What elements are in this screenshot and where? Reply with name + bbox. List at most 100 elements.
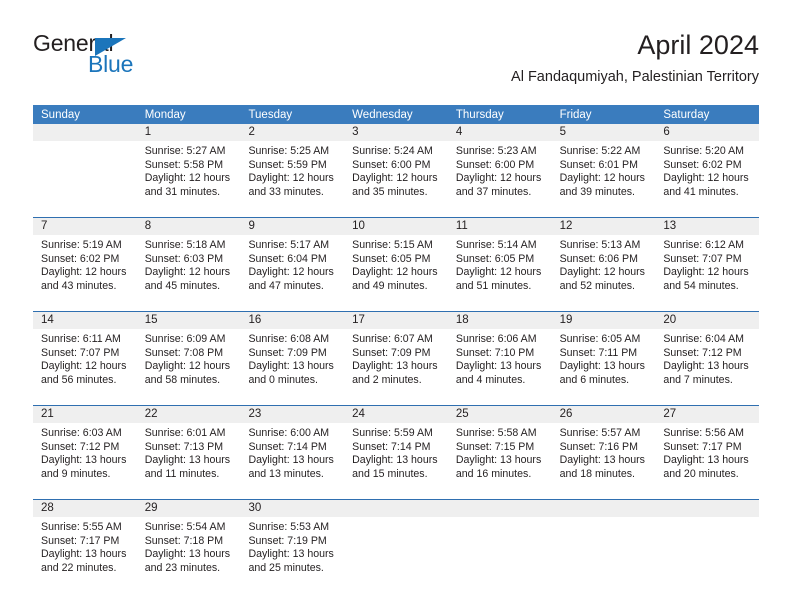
daylight-line-1: Daylight: 13 hours <box>352 454 438 467</box>
day-sun-info: Sunrise: 5:15 AM Sunset: 6:05 PM Daylight:… <box>344 235 448 311</box>
daylight-line-1: Daylight: 13 hours <box>144 454 231 467</box>
calendar-day-cell[interactable]: 29 Sunrise: 5:54 AM Sunset: 7:18 PM Dayligh… <box>136 500 241 597</box>
calendar-day-cell[interactable]: 26 Sunrise: 5:57 AM Sunset: 7:16 PM Dayligh… <box>551 406 656 499</box>
calendar-day-cell[interactable]: 23 Sunrise: 6:00 AM Sunset: 7:14 PM Dayligh… <box>240 406 345 499</box>
calendar-day-cell[interactable]: 12 Sunrise: 5:13 AM Sunset: 6:06 PM Dayligh… <box>551 218 656 311</box>
day-number: 26 <box>551 406 656 423</box>
sunrise-time: Sunrise: 5:59 AM <box>352 427 433 439</box>
calendar-day-cell[interactable]: 28 Sunrise: 5:55 AM Sunset: 7:17 PM Dayligh… <box>33 500 137 597</box>
calendar-day-cell[interactable]: 1 Sunrise: 5:27 AM Sunset: 5:58 PM Daylight… <box>136 124 241 217</box>
sunset-time: Sunset: 6:02 PM <box>41 252 120 265</box>
calendar-day-cell[interactable]: 2 Sunrise: 5:25 AM Sunset: 5:59 PM Daylight… <box>240 124 345 217</box>
calendar-day-cell[interactable]: 11 Sunrise: 5:14 AM Sunset: 6:05 PM Dayligh… <box>447 218 552 311</box>
day-sun-info: Sunrise: 5:56 AM Sunset: 7:17 PM Daylight:… <box>655 423 759 499</box>
sunrise-time: Sunrise: 6:04 AM <box>663 333 744 345</box>
calendar-day-cell[interactable]: 27 Sunrise: 5:56 AM Sunset: 7:17 PM Dayligh… <box>655 406 760 499</box>
sunrise-time: Sunrise: 6:05 AM <box>559 333 641 345</box>
sunset-time: Sunset: 7:18 PM <box>144 534 224 547</box>
calendar-week-row: 21 Sunrise: 6:03 AM Sunset: 7:12 PM Dayligh… <box>33 405 760 499</box>
daylight-line-2: and 49 minutes. <box>352 279 428 292</box>
calendar-day-cell[interactable]: 4 Sunrise: 5:23 AM Sunset: 6:00 PM Daylight… <box>447 124 552 217</box>
daylight-line-2: and 18 minutes. <box>559 467 635 480</box>
daylight-line-2: and 25 minutes. <box>248 561 324 574</box>
sunset-time: Sunset: 7:13 PM <box>144 440 224 453</box>
sunrise-time: Sunrise: 5:20 AM <box>663 145 744 157</box>
daylight-line-2: and 4 minutes. <box>455 373 526 386</box>
weekday-header-tuesday: Tuesday <box>248 109 293 121</box>
sunrise-time: Sunrise: 6:00 AM <box>248 427 330 439</box>
calendar-day-cell[interactable]: 8 Sunrise: 5:18 AM Sunset: 6:03 PM Daylight… <box>136 218 241 311</box>
calendar-day-cell[interactable]: 14 Sunrise: 6:11 AM Sunset: 7:07 PM Dayligh… <box>33 312 137 405</box>
sunrise-time: Sunrise: 5:17 AM <box>248 239 330 251</box>
day-sun-info: Sunrise: 5:54 AM Sunset: 7:18 PM Daylight:… <box>137 517 241 597</box>
day-sun-info: Sunrise: 5:23 AM Sunset: 6:00 PM Daylight:… <box>448 141 552 217</box>
calendar-weekday-header: Sunday Monday Tuesday Wednesday Thursday Frid… <box>33 105 759 124</box>
day-number: 16 <box>240 312 345 329</box>
calendar-day-cell[interactable]: 21 Sunrise: 6:03 AM Sunset: 7:12 PM Dayligh… <box>33 406 137 499</box>
sunset-time: Sunset: 6:01 PM <box>559 158 638 171</box>
calendar-day-cell[interactable]: 15 Sunrise: 6:09 AM Sunset: 7:08 PM Dayligh… <box>136 312 241 405</box>
sunrise-time: Sunrise: 5:14 AM <box>455 239 537 251</box>
day-sun-info: Sunrise: 5:22 AM Sunset: 6:01 PM Daylight:… <box>552 141 656 217</box>
day-number: 24 <box>344 406 448 423</box>
calendar-day-cell[interactable]: 16 Sunrise: 6:08 AM Sunset: 7:09 PM Dayligh… <box>240 312 345 405</box>
calendar-day-cell-empty <box>344 500 448 597</box>
sunset-time: Sunset: 6:00 PM <box>455 158 535 171</box>
day-number: 14 <box>33 312 137 329</box>
daylight-line-1: Daylight: 13 hours <box>41 548 127 561</box>
day-number: 23 <box>240 406 345 423</box>
calendar-day-cell[interactable]: 3 Sunrise: 5:24 AM Sunset: 6:00 PM Daylight… <box>344 124 448 217</box>
daylight-line-1: Daylight: 12 hours <box>41 360 127 373</box>
sunrise-time: Sunrise: 6:11 AM <box>41 333 121 345</box>
day-sun-info: Sunrise: 6:03 AM Sunset: 7:12 PM Daylight:… <box>33 423 137 499</box>
calendar-day-cell[interactable]: 18 Sunrise: 6:06 AM Sunset: 7:10 PM Dayligh… <box>447 312 552 405</box>
day-sun-info: Sunrise: 6:07 AM Sunset: 7:09 PM Daylight:… <box>344 329 448 405</box>
calendar-day-cell[interactable]: 20 Sunrise: 6:04 AM Sunset: 7:12 PM Dayligh… <box>655 312 760 405</box>
daylight-line-2: and 52 minutes. <box>559 279 635 292</box>
calendar-day-cell[interactable]: 9 Sunrise: 5:17 AM Sunset: 6:04 PM Daylight… <box>240 218 345 311</box>
day-sun-info: Sunrise: 5:14 AM Sunset: 6:05 PM Daylight:… <box>448 235 552 311</box>
daylight-line-1: Daylight: 13 hours <box>41 454 127 467</box>
daylight-line-2: and 33 minutes. <box>248 185 324 198</box>
day-number: 12 <box>551 218 656 235</box>
daylight-line-2: and 11 minutes. <box>144 467 220 480</box>
daylight-line-1: Daylight: 12 hours <box>144 360 231 373</box>
day-number: 1 <box>136 124 241 141</box>
calendar-day-cell[interactable]: 19 Sunrise: 6:05 AM Sunset: 7:11 PM Dayligh… <box>551 312 656 405</box>
day-number: 17 <box>344 312 448 329</box>
day-sun-info: Sunrise: 6:11 AM Sunset: 7:07 PM Daylight:… <box>33 329 137 405</box>
sunset-time: Sunset: 7:16 PM <box>559 440 638 453</box>
calendar-day-cell[interactable]: 24 Sunrise: 5:59 AM Sunset: 7:14 PM Dayligh… <box>344 406 448 499</box>
day-number: 3 <box>344 124 448 141</box>
day-number <box>655 500 760 517</box>
calendar-day-cell[interactable]: 22 Sunrise: 6:01 AM Sunset: 7:13 PM Dayligh… <box>136 406 241 499</box>
sunset-time: Sunset: 6:05 PM <box>352 252 431 265</box>
brand-logo[interactable]: General Blue <box>33 28 253 88</box>
sunset-time: Sunset: 7:14 PM <box>352 440 431 453</box>
daylight-line-1: Daylight: 12 hours <box>663 172 749 185</box>
daylight-line-2: and 6 minutes. <box>559 373 630 386</box>
weekday-header-saturday: Saturday <box>663 109 710 121</box>
calendar-page: General Blue April 2024 Al Fandaqumiyah,… <box>0 0 792 612</box>
calendar-day-cell[interactable]: 6 Sunrise: 5:20 AM Sunset: 6:02 PM Daylight… <box>655 124 760 217</box>
day-sun-info: Sunrise: 6:01 AM Sunset: 7:13 PM Daylight:… <box>137 423 241 499</box>
calendar-day-cell[interactable]: 25 Sunrise: 5:58 AM Sunset: 7:15 PM Dayligh… <box>447 406 552 499</box>
calendar-day-cell[interactable]: 10 Sunrise: 5:15 AM Sunset: 6:05 PM Dayligh… <box>344 218 448 311</box>
sunrise-time: Sunrise: 5:13 AM <box>559 239 641 251</box>
weekday-header-thursday: Thursday <box>455 109 504 121</box>
calendar-day-cell[interactable]: 30 Sunrise: 5:53 AM Sunset: 7:19 PM Dayligh… <box>240 500 345 597</box>
day-sun-info: Sunrise: 6:08 AM Sunset: 7:09 PM Daylight:… <box>240 329 344 405</box>
day-number: 20 <box>655 312 760 329</box>
calendar-day-cell[interactable]: 13 Sunrise: 6:12 AM Sunset: 7:07 PM Dayligh… <box>655 218 760 311</box>
calendar-day-cell[interactable]: 5 Sunrise: 5:22 AM Sunset: 6:01 PM Daylight… <box>551 124 656 217</box>
sunset-time: Sunset: 6:03 PM <box>144 252 224 265</box>
calendar-week-row: 14 Sunrise: 6:11 AM Sunset: 7:07 PM Dayligh… <box>33 311 760 405</box>
calendar-day-cell-empty <box>447 500 552 597</box>
daylight-line-2: and 39 minutes. <box>559 185 635 198</box>
page-title: April 2024 <box>637 30 759 60</box>
day-number: 19 <box>551 312 656 329</box>
calendar-day-cell[interactable]: 17 Sunrise: 6:07 AM Sunset: 7:09 PM Dayligh… <box>344 312 448 405</box>
daylight-line-2: and 22 minutes. <box>41 561 117 574</box>
calendar-day-cell[interactable]: 7 Sunrise: 5:19 AM Sunset: 6:02 PM Daylight… <box>33 218 137 311</box>
day-number <box>33 124 137 141</box>
